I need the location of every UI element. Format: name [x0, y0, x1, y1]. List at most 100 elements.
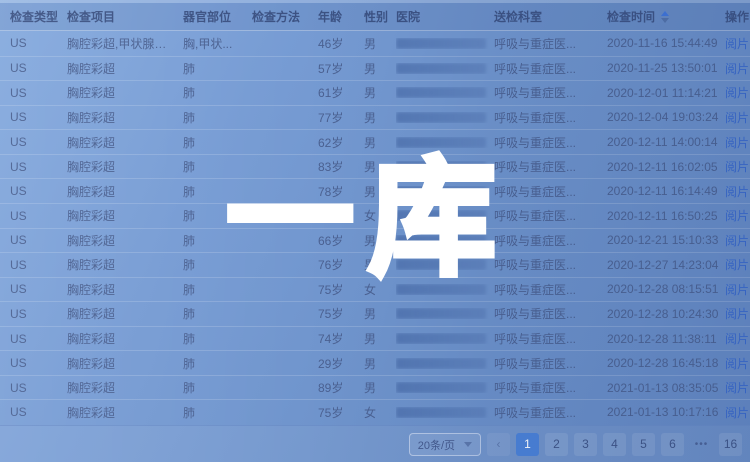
table-row: US胸腔彩超肺29岁男呼吸与重症医...2020-12-28 16:45:18阅… — [0, 350, 750, 375]
cell-organ: 肺 — [183, 183, 252, 200]
hospital-redacted-bar — [396, 38, 486, 49]
table-body: US胸腔彩超,甲状腺彩超胸,甲状...46岁男呼吸与重症医...2020-11-… — [0, 31, 750, 424]
view-film-link[interactable]: 阅片 — [725, 209, 749, 223]
table-row: US胸腔彩超肺75岁男呼吸与重症医...2020-12-28 10:24:30阅… — [0, 301, 750, 326]
cell-type: US — [10, 184, 67, 198]
cell-organ: 肺 — [183, 109, 252, 126]
cell-age: 89岁 — [318, 379, 364, 396]
cell-gender: 男 — [364, 232, 396, 249]
view-film-link[interactable]: 阅片 — [725, 357, 749, 371]
cell-age: 74岁 — [318, 330, 364, 347]
sort-caret-icon[interactable] — [661, 11, 669, 23]
cell-time: 2020-12-28 11:38:11 — [607, 332, 725, 346]
cell-organ: 肺 — [183, 305, 252, 322]
table-row: US胸腔彩超肺74岁男呼吸与重症医...2020-12-28 11:38:11阅… — [0, 326, 750, 351]
cell-op: 阅片 — [725, 355, 750, 372]
table-row: US胸腔彩超肺83岁男呼吸与重症医...2020-12-11 16:02:05阅… — [0, 154, 750, 179]
cell-type: US — [10, 282, 67, 296]
cell-time: 2020-12-28 16:45:18 — [607, 356, 725, 370]
cell-age: 75岁 — [318, 305, 364, 322]
cell-gender: 女 — [364, 207, 396, 224]
cell-organ: 肺 — [183, 256, 252, 273]
view-film-link[interactable]: 阅片 — [725, 234, 749, 248]
view-film-link[interactable]: 阅片 — [725, 62, 749, 76]
cell-op: 阅片 — [725, 305, 750, 322]
cell-hospital — [396, 112, 494, 123]
cell-type: US — [10, 332, 67, 346]
view-film-link[interactable]: 阅片 — [725, 283, 749, 297]
cell-dept: 呼吸与重症医... — [494, 330, 607, 347]
cell-hospital — [396, 284, 494, 295]
table-row: US胸腔彩超肺75岁女呼吸与重症医...2020-12-28 08:15:51阅… — [0, 277, 750, 302]
page-button-4[interactable]: 4 — [603, 433, 626, 456]
chevron-down-icon — [464, 442, 472, 447]
cell-item: 胸腔彩超 — [67, 330, 183, 347]
view-film-link[interactable]: 阅片 — [725, 185, 749, 199]
view-film-link[interactable]: 阅片 — [725, 307, 749, 321]
page-button-3[interactable]: 3 — [574, 433, 597, 456]
cell-type: US — [10, 135, 67, 149]
cell-gender: 男 — [364, 330, 396, 347]
page-button-2[interactable]: 2 — [545, 433, 568, 456]
cell-item: 胸腔彩超 — [67, 232, 183, 249]
cell-dept: 呼吸与重症医... — [494, 379, 607, 396]
page-button-6[interactable]: 6 — [661, 433, 684, 456]
page-button-1[interactable]: 1 — [516, 433, 539, 456]
cell-dept: 呼吸与重症医... — [494, 355, 607, 372]
column-header-method: 检查方法 — [252, 8, 318, 25]
cell-item: 胸腔彩超 — [67, 305, 183, 322]
last-page-button[interactable]: 16 — [719, 433, 742, 456]
cell-hospital — [396, 87, 494, 98]
column-header-label: 器官部位 — [183, 8, 231, 25]
cell-dept: 呼吸与重症医... — [494, 281, 607, 298]
footer-bar: 20条/页 ‹ 123456 ••• 16 — [0, 425, 750, 462]
column-header-time[interactable]: 检查时间 — [607, 8, 725, 25]
view-film-link[interactable]: 阅片 — [725, 406, 749, 420]
cell-age: 46岁 — [318, 35, 364, 52]
view-film-link[interactable]: 阅片 — [725, 86, 749, 100]
cell-gender: 男 — [364, 84, 396, 101]
cell-gender: 男 — [364, 60, 396, 77]
cell-organ: 肺 — [183, 60, 252, 77]
cell-organ: 肺 — [183, 84, 252, 101]
view-film-link[interactable]: 阅片 — [725, 381, 749, 395]
cell-age: 76岁 — [318, 207, 364, 224]
cell-organ: 肺 — [183, 404, 252, 421]
hospital-redacted-bar — [396, 382, 486, 393]
pagination: 20条/页 ‹ 123456 ••• 16 — [409, 433, 742, 456]
page-button-5[interactable]: 5 — [632, 433, 655, 456]
cell-dept: 呼吸与重症医... — [494, 134, 607, 151]
cell-item: 胸腔彩超 — [67, 84, 183, 101]
view-film-link[interactable]: 阅片 — [725, 136, 749, 150]
table-row: US胸腔彩超肺61岁男呼吸与重症医...2020-12-01 11:14:21阅… — [0, 80, 750, 105]
cell-op: 阅片 — [725, 207, 750, 224]
cell-age: 83岁 — [318, 158, 364, 175]
view-film-link[interactable]: 阅片 — [725, 37, 749, 51]
cell-age: 57岁 — [318, 60, 364, 77]
hospital-redacted-bar — [396, 333, 486, 344]
cell-organ: 肺 — [183, 355, 252, 372]
cell-hospital — [396, 259, 494, 270]
column-header-label: 操作 — [725, 8, 749, 25]
view-film-link[interactable]: 阅片 — [725, 160, 749, 174]
cell-age: 75岁 — [318, 281, 364, 298]
cell-item: 胸腔彩超 — [67, 207, 183, 224]
prev-page-button[interactable]: ‹ — [487, 433, 510, 456]
cell-hospital — [396, 186, 494, 197]
cell-type: US — [10, 356, 67, 370]
page-size-select[interactable]: 20条/页 — [409, 433, 481, 456]
view-film-link[interactable]: 阅片 — [725, 111, 749, 125]
table-row: US胸腔彩超肺78岁男呼吸与重症医...2020-12-11 16:14:49阅… — [0, 178, 750, 203]
view-film-link[interactable]: 阅片 — [725, 258, 749, 272]
view-film-link[interactable]: 阅片 — [725, 332, 749, 346]
cell-time: 2020-12-28 08:15:51 — [607, 282, 725, 296]
cell-hospital — [396, 137, 494, 148]
hospital-redacted-bar — [396, 235, 486, 246]
hospital-redacted-bar — [396, 63, 486, 74]
cell-time: 2021-01-13 10:17:16 — [607, 405, 725, 419]
table-row: US胸腔彩超肺66岁男呼吸与重症医...2020-12-21 15:10:33阅… — [0, 228, 750, 253]
cell-organ: 肺 — [183, 134, 252, 151]
cell-hospital — [396, 407, 494, 418]
column-header-hospital: 医院 — [396, 8, 494, 25]
more-pages-button[interactable]: ••• — [690, 433, 713, 456]
